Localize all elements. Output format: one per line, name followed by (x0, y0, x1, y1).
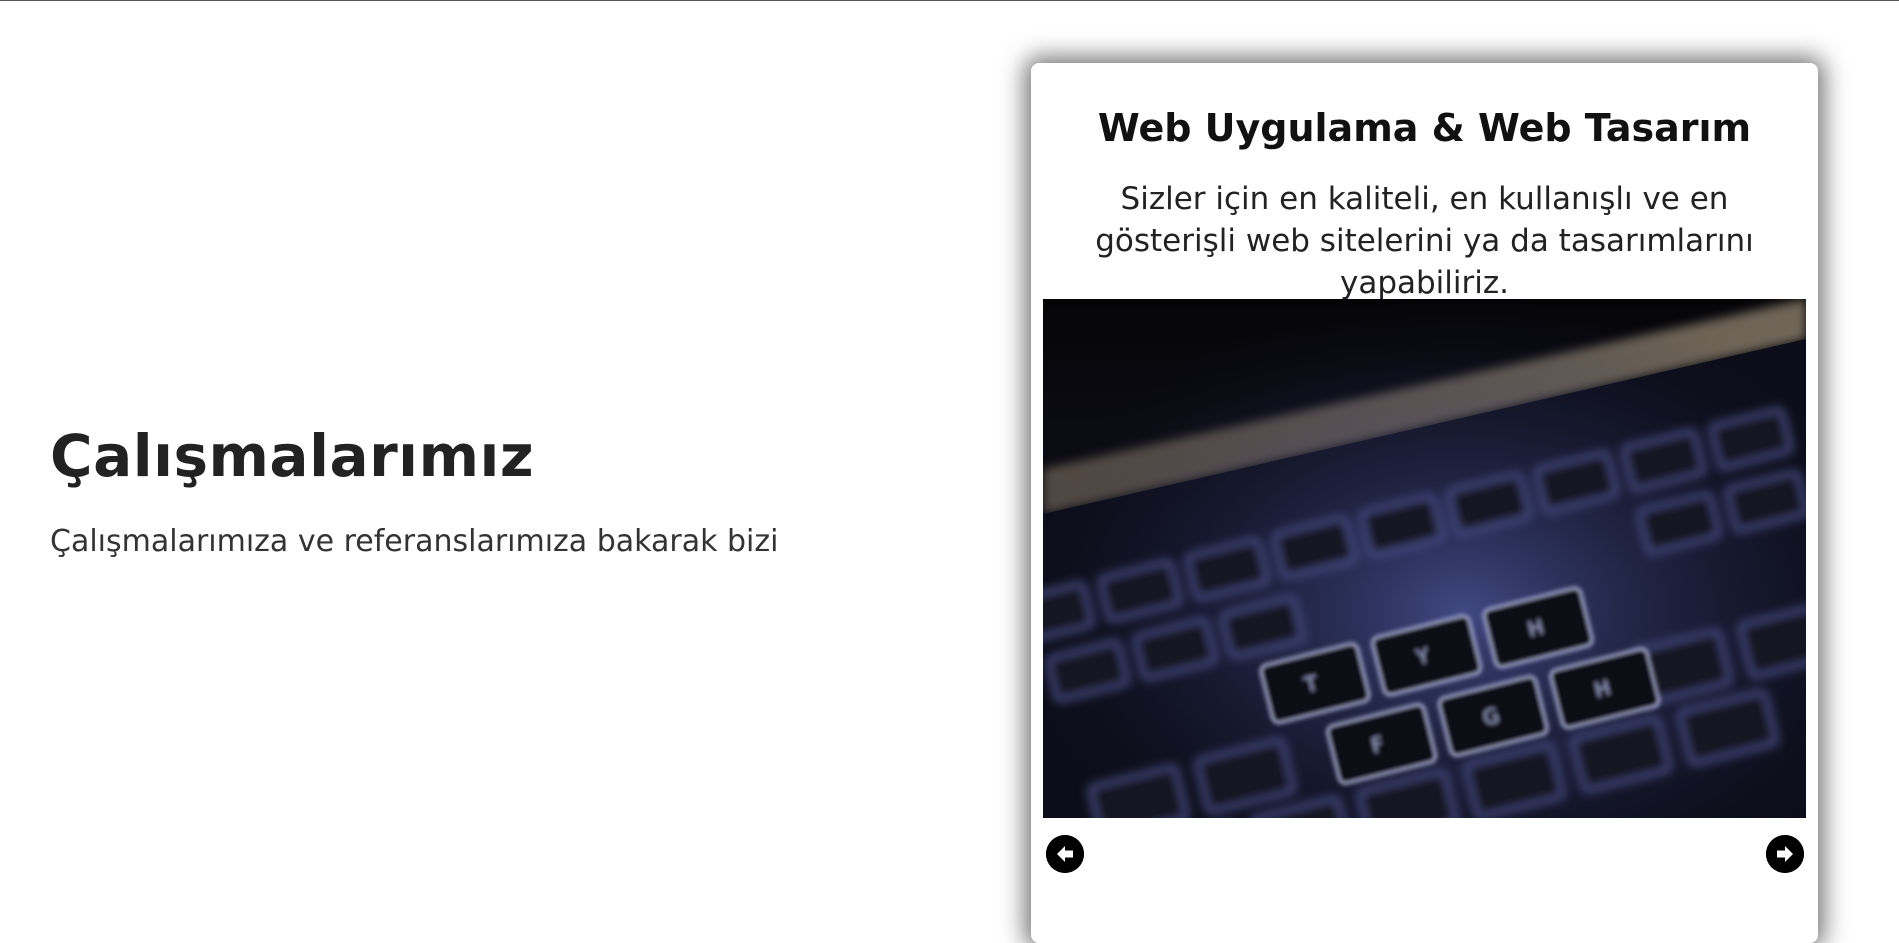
top-divider (0, 0, 1899, 1)
arrow-left-circle-icon (1046, 835, 1084, 873)
carousel-next-button[interactable] (1766, 835, 1804, 873)
keyboard-photo: T Y H F G H (1043, 299, 1806, 818)
card-title: Web Uygulama & Web Tasarım (1097, 106, 1752, 150)
intro-section: Çalışmalarımız Çalışmalarımıza ve refera… (50, 420, 910, 562)
service-card: Web Uygulama & Web Tasarım Sizler için e… (1031, 63, 1818, 943)
intro-text: Çalışmalarımıza ve referanslarımıza baka… (50, 524, 779, 559)
arrow-right-circle-icon (1766, 835, 1804, 873)
page-title: Çalışmalarımız (50, 422, 535, 490)
carousel-prev-button[interactable] (1046, 835, 1084, 873)
card-description: Sizler için en kaliteli, en kullanışlı v… (1095, 181, 1754, 301)
